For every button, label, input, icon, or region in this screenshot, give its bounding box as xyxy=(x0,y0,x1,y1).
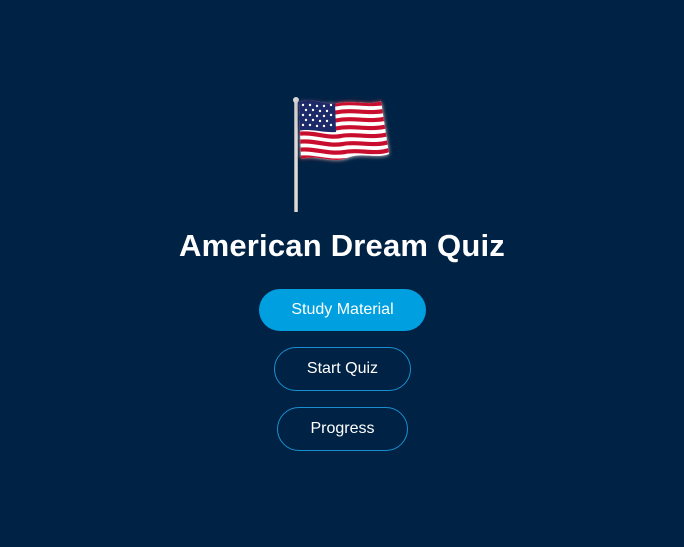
start-quiz-button[interactable]: Start Quiz xyxy=(274,347,411,391)
progress-button[interactable]: Progress xyxy=(277,407,408,451)
page-title: American Dream Quiz xyxy=(179,228,505,263)
american-flag-icon xyxy=(289,96,395,214)
study-material-button[interactable]: Study Material xyxy=(259,289,426,331)
